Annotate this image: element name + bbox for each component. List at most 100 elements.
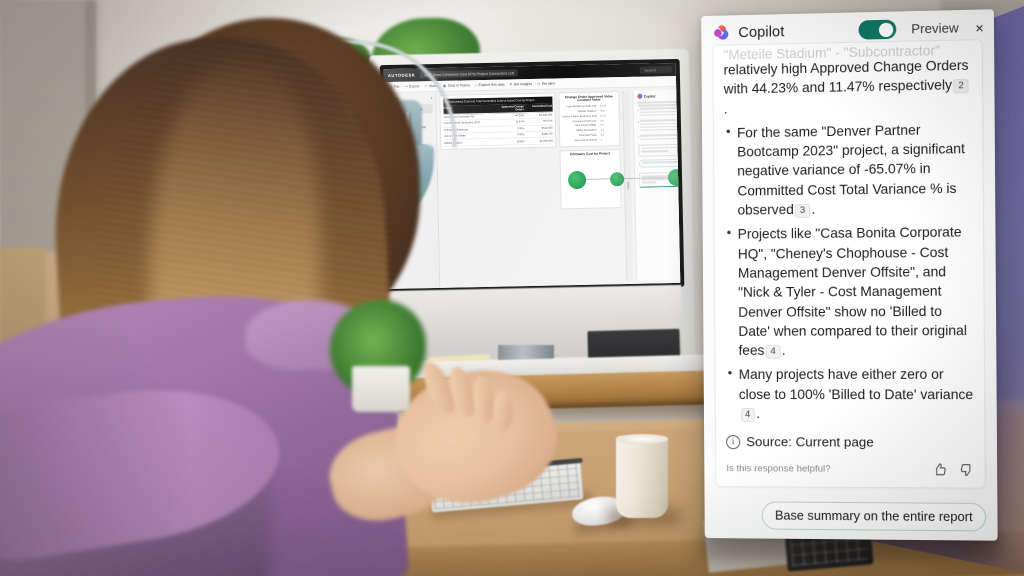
mini-copilot-title: Copilot <box>643 93 656 99</box>
bar-value-label: 11.47 <box>600 114 607 118</box>
bar-chart-row: Hilltop Renovation 4.1 <box>563 128 617 133</box>
bar-chart-row: Union Depot Retrofit 1 <box>563 138 617 142</box>
bar-value-label: 8.9 <box>600 118 604 123</box>
bar-value-label: 2.3 <box>600 133 605 137</box>
table-row[interactable]: Meteile Stadium 8.92% $1,905,000 <box>443 137 553 147</box>
source-label: Source: Current page <box>746 434 874 450</box>
report-tab[interactable]: ACC Docs Connector Cost KPIs Project Con… <box>420 69 519 79</box>
report-filters-rail[interactable]: Filters <box>622 90 634 282</box>
cost-table-card[interactable]: All Subcontract Cost and Total Committed… <box>439 92 557 151</box>
toolbar-explore-label: Explore this data <box>478 82 505 88</box>
bar-chart-row: Cheney's Chophouse 8.9 <box>562 119 616 123</box>
bar-chart-row: Meteile Stadium 28.6 <box>562 109 616 113</box>
copilot-conversation: "Meteile Stadium" - "Subcontractor" show… <box>701 39 997 490</box>
bar-category-label: Riverside Plaza <box>579 133 597 137</box>
bar-category-label: Denver Partner Bootcamp 2023 <box>562 114 597 119</box>
company-cost-flow[interactable]: Company Cost by Project <box>559 148 681 209</box>
source-row[interactable]: i Source: Current page <box>726 434 974 450</box>
suggestion-row: Base summary on the entire report <box>705 501 998 532</box>
cell-committed: $328,750 <box>541 132 553 136</box>
copilot-title: Copilot <box>738 23 785 41</box>
answer-bullet: Projects like "Casa Bonita Corporate HQ"… <box>725 223 974 361</box>
mug-rim <box>616 434 668 444</box>
toolbar-explore-this-data[interactable]: ⌕ Explore this data <box>475 83 505 88</box>
screenshot-scene: AUTODESK ACC Docs Connector Cost KPIs Pr… <box>0 0 1024 576</box>
toolbar-get-insights[interactable]: ⚲ Get insights <box>510 82 533 86</box>
assistant-answer-card: "Meteile Stadium" - "Subcontractor" show… <box>712 39 986 490</box>
mini-bullet <box>637 133 681 142</box>
copilot-icon <box>636 93 642 99</box>
report-canvas: All Subcontract Cost and Total Committed… <box>436 86 681 288</box>
bar-category-label: Hilltop Renovation <box>576 128 597 133</box>
report-search-input[interactable]: Search <box>639 66 672 74</box>
answer-bullet-list: For the same "Denver Partner Bootcamp 20… <box>724 119 974 423</box>
preview-label: Preview <box>911 20 959 37</box>
cell-committed: -65.07% <box>542 119 553 124</box>
mini-source-box <box>637 143 681 157</box>
answer-continuation-text: relatively high Approved Change Orders w… <box>723 57 969 97</box>
cell-aco: 44.23% <box>515 114 525 118</box>
bar-category-label: Casa Bonita Corporate HQ <box>566 104 597 109</box>
answer-bullet: For the same "Denver Partner Bootcamp 20… <box>724 119 973 220</box>
mini-bullet <box>637 118 681 133</box>
cell-committed: $1,240,500 <box>539 113 553 117</box>
bar-chart-title: Change Order Approved Value Contract Val… <box>564 93 613 103</box>
feedback-question: Is this response helpful? <box>726 463 831 476</box>
copilot-icon <box>713 25 729 40</box>
cell-aco: 11.47% <box>515 120 525 124</box>
mini-copilot-header: Copilot <box>636 92 680 99</box>
bar-category-label: Meteile Stadium <box>578 109 597 113</box>
copilot-panel[interactable]: Copilot Preview × "Meteile Stadium" - "S… <box>701 9 998 541</box>
bar-value-label: 1 <box>600 138 603 142</box>
toolbar-set-alert[interactable]: ◷ Set alert <box>537 82 555 86</box>
cell-aco: 0.00% <box>516 133 525 137</box>
answer-continuation: relatively high Approved Change Orders w… <box>723 57 969 117</box>
citation-badge[interactable]: 4 <box>765 344 781 359</box>
info-icon: i <box>726 434 741 449</box>
text-line <box>637 103 681 107</box>
report-right-column: Change Order Approved Value Contract Val… <box>558 91 681 282</box>
change-order-bar-chart[interactable]: Change Order Approved Value Contract Val… <box>558 91 621 148</box>
flow-node <box>567 170 586 190</box>
report-left-column: All Subcontract Cost and Total Committed… <box>439 92 559 284</box>
bar-chart-row: Nick & Tyler Offsite 6.2 <box>562 123 616 128</box>
text-line <box>636 100 681 104</box>
thumbs-up-icon[interactable] <box>932 462 948 477</box>
toolbar-chat-in-teams-label: Chat in Teams <box>447 83 471 88</box>
cell-aco: 8.92% <box>517 139 525 143</box>
bullet-text: Projects like "Casa Bonita Corporate HQ"… <box>737 224 968 359</box>
citation-badge[interactable]: 2 <box>953 78 969 94</box>
toolbar-chat-in-teams[interactable]: ▣ Chat in Teams <box>443 83 470 88</box>
mini-suggestion-chip[interactable] <box>638 158 681 168</box>
bar-category-label: Cheney's Chophouse <box>572 119 597 123</box>
bar-chart-row: Denver Partner Bootcamp 2023 11.47 <box>562 114 616 118</box>
bullet-text: For the same "Denver Partner Bootcamp 20… <box>736 122 965 218</box>
mini-bullet <box>637 106 681 118</box>
flow-title: Company Cost by Project <box>569 151 611 157</box>
toolbar-insights-label: Get insights <box>513 81 533 87</box>
close-icon[interactable]: × <box>975 19 984 35</box>
toolbar-alert-label: Set alert <box>541 81 555 86</box>
flow-node <box>609 172 624 187</box>
bar-chart-row: Riverside Plaza 2.3 <box>563 133 617 137</box>
suggestion-chip-base-summary[interactable]: Base summary on the entire report <box>761 501 987 532</box>
bar-category-label: Nick & Tyler Offsite <box>575 123 597 128</box>
flow-diagram <box>563 158 681 205</box>
cell-aco: 0.00% <box>516 126 525 131</box>
bar-category-label: Union Depot Retrofit <box>574 138 597 142</box>
bullet-text: Many projects have either zero or close … <box>738 367 974 402</box>
bar-value-label: 6.2 <box>600 123 604 127</box>
answer-bullet: Many projects have either zero or close … <box>726 365 974 424</box>
preview-toggle[interactable] <box>858 19 896 40</box>
bar-chart-plot: Casa Bonita Corporate HQ 44.23 Meteile Sta… <box>562 104 617 142</box>
cell-committed: $1,905,000 <box>539 139 553 143</box>
feedback-row: Is this response helpful? <box>726 461 974 477</box>
filters-label: Filters <box>626 182 631 190</box>
citation-badge[interactable]: 4 <box>740 407 755 422</box>
citation-badge[interactable]: 3 <box>795 203 810 218</box>
bar-chart-row: Casa Bonita Corporate HQ 44.23 <box>562 104 616 109</box>
bar-value-label: 4.1 <box>600 128 604 132</box>
thumbs-down-icon[interactable] <box>959 462 975 477</box>
th-committed: Committed Cost <box>531 104 553 108</box>
th-aco: Approved Change Orders <box>501 104 524 112</box>
